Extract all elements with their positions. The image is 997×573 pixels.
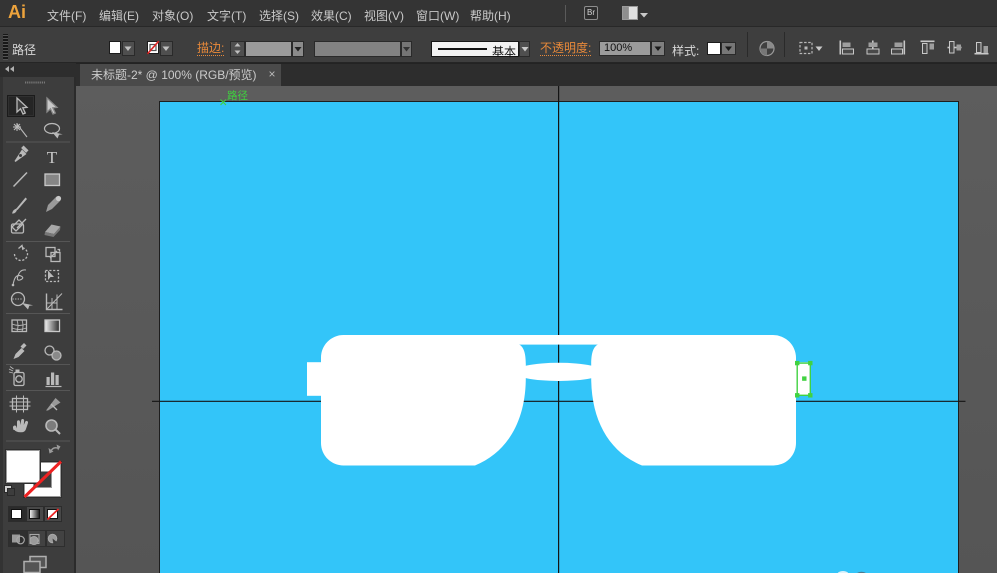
svg-text:T: T bbox=[47, 148, 58, 167]
svg-text:路径: 路径 bbox=[227, 89, 248, 102]
